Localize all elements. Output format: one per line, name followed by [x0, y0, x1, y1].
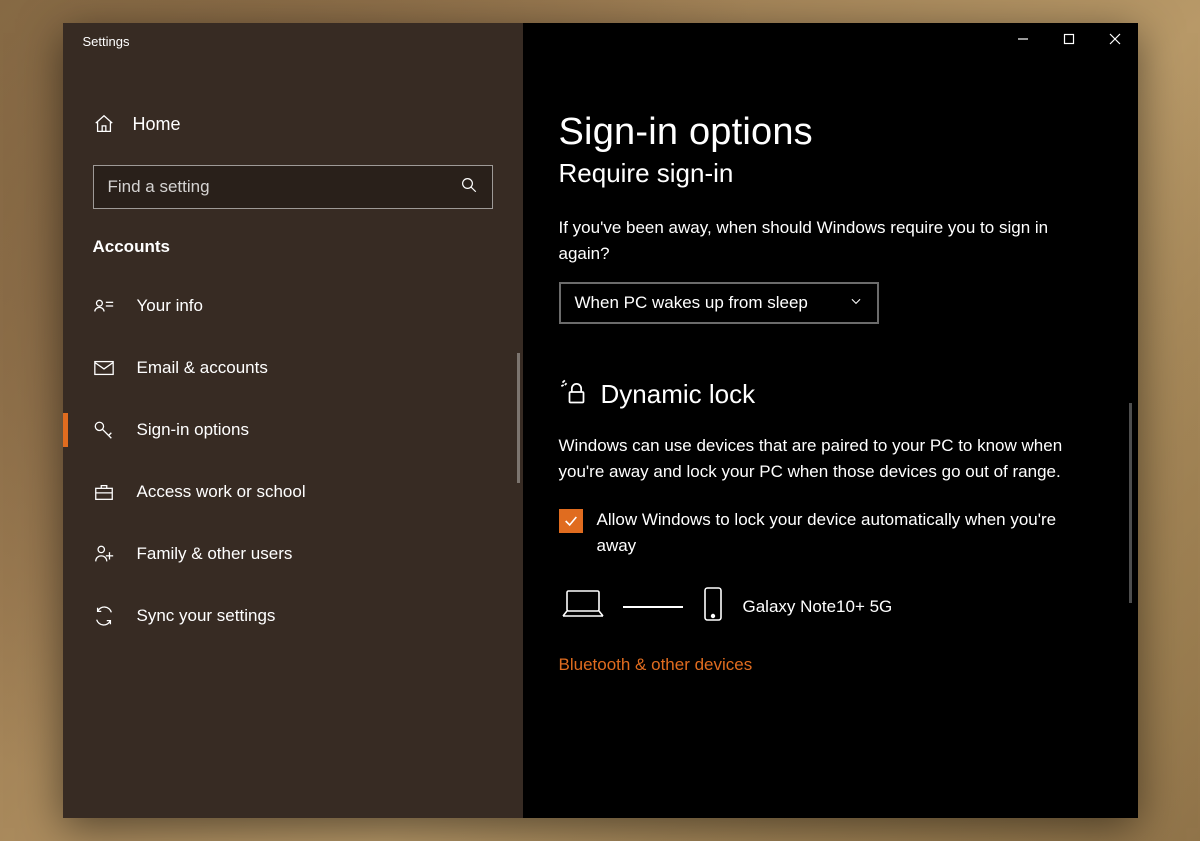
home-icon: [93, 113, 115, 135]
maximize-button[interactable]: [1046, 23, 1092, 55]
sidebar-item-label: Family & other users: [137, 544, 293, 564]
search-box[interactable]: [93, 165, 493, 209]
dynamic-lock-checkbox[interactable]: [559, 509, 583, 533]
settings-window: Settings Home Accounts: [63, 23, 1138, 818]
people-icon: [93, 543, 115, 565]
mail-icon: [93, 357, 115, 379]
sidebar-item-label: Sync your settings: [137, 606, 276, 626]
sidebar-scrollbar[interactable]: [517, 353, 520, 483]
home-button[interactable]: Home: [63, 103, 523, 145]
sidebar-item-sync[interactable]: Sync your settings: [63, 585, 523, 647]
close-button[interactable]: [1092, 23, 1138, 55]
laptop-icon: [561, 587, 605, 626]
sidebar-item-label: Your info: [137, 296, 203, 316]
dynamic-lock-heading: Dynamic lock: [601, 379, 756, 410]
main-scrollbar[interactable]: [1129, 403, 1132, 603]
bluetooth-devices-link[interactable]: Bluetooth & other devices: [559, 655, 1098, 675]
dynamic-lock-description: Windows can use devices that are paired …: [559, 433, 1098, 486]
dropdown-value: When PC wakes up from sleep: [575, 293, 808, 313]
minimize-button[interactable]: [1000, 23, 1046, 55]
main-content: Sign-in options Require sign-in If you'v…: [523, 23, 1138, 818]
section-require-heading: Require sign-in: [559, 158, 1098, 189]
section-dynamic-heading-row: Dynamic lock: [559, 378, 1098, 411]
sidebar-item-label: Sign-in options: [137, 420, 249, 440]
require-signin-dropdown[interactable]: When PC wakes up from sleep: [559, 282, 879, 324]
sidebar-item-label: Email & accounts: [137, 358, 268, 378]
sidebar-item-email[interactable]: Email & accounts: [63, 337, 523, 399]
sidebar-item-family[interactable]: Family & other users: [63, 523, 523, 585]
window-title: Settings: [63, 23, 130, 63]
sidebar-item-signin[interactable]: Sign-in options: [63, 399, 523, 461]
sidebar-item-label: Access work or school: [137, 482, 306, 502]
require-description: If you've been away, when should Windows…: [559, 215, 1098, 268]
sidebar-group-accounts: Accounts: [63, 237, 523, 275]
search-icon: [460, 176, 478, 199]
sidebar: Home Accounts Your info Email & accounts: [63, 23, 523, 818]
home-label: Home: [133, 114, 181, 135]
phone-icon: [701, 586, 725, 627]
key-icon: [93, 419, 115, 441]
dynamic-lock-checkbox-label: Allow Windows to lock your device automa…: [597, 507, 1098, 558]
paired-device-name: Galaxy Note10+ 5G: [743, 597, 893, 617]
title-bar: Settings: [63, 23, 1138, 63]
person-card-icon: [93, 295, 115, 317]
dynamic-lock-icon: [559, 378, 587, 411]
briefcase-icon: [93, 481, 115, 503]
paired-device-row: Galaxy Note10+ 5G: [559, 586, 1098, 627]
pairing-line-icon: [623, 606, 683, 608]
sync-icon: [93, 605, 115, 627]
page-title: Sign-in options: [559, 111, 1098, 154]
sidebar-item-your-info[interactable]: Your info: [63, 275, 523, 337]
dynamic-lock-checkbox-row[interactable]: Allow Windows to lock your device automa…: [559, 507, 1098, 558]
sidebar-item-work[interactable]: Access work or school: [63, 461, 523, 523]
search-input[interactable]: [108, 177, 460, 197]
chevron-down-icon: [849, 293, 863, 313]
